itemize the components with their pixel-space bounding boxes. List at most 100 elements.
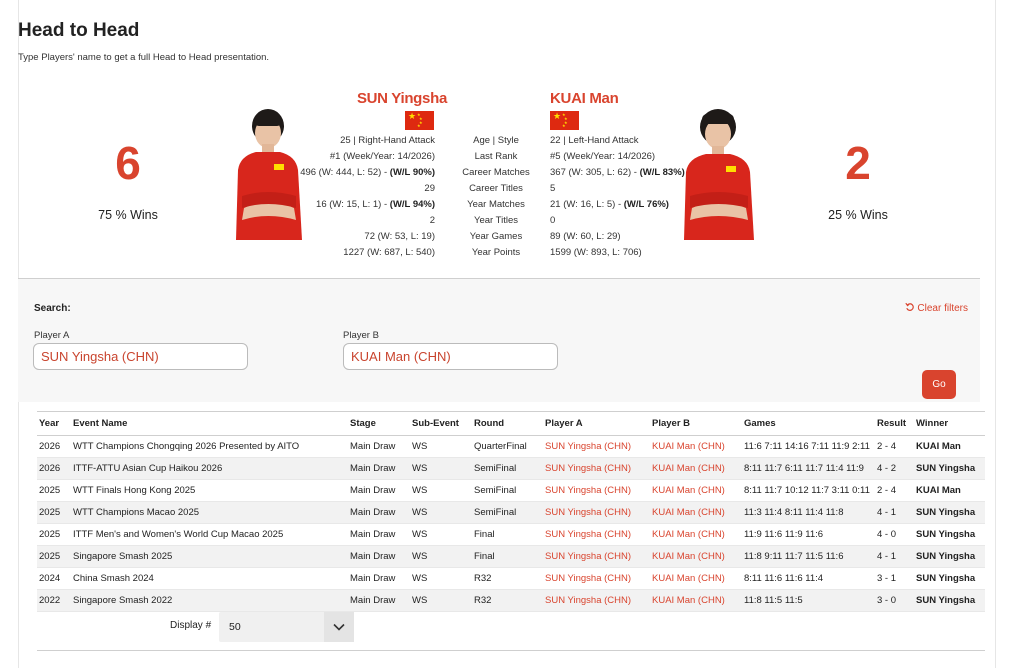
cell-event-name[interactable]: China Smash 2024 bbox=[71, 567, 348, 590]
cell-stage: Main Draw bbox=[348, 457, 410, 480]
cell-year: 2022 bbox=[37, 589, 71, 612]
player-b-label: Player B bbox=[343, 330, 379, 341]
col-games[interactable]: Games bbox=[742, 411, 875, 436]
cell-year: 2025 bbox=[37, 523, 71, 546]
cell-player-b[interactable]: KUAI Man (CHN) bbox=[650, 435, 742, 458]
stat-label: Year Matches bbox=[467, 199, 525, 210]
cell-winner: SUN Yingsha bbox=[914, 567, 985, 590]
cell-games: 11:3 11:4 8:11 11:4 11:8 bbox=[742, 501, 875, 524]
cell-player-a[interactable]: SUN Yingsha (CHN) bbox=[543, 435, 650, 458]
col-winner[interactable]: Winner bbox=[914, 411, 985, 436]
cell-winner: SUN Yingsha bbox=[914, 589, 985, 612]
cell-result: 2 - 4 bbox=[875, 435, 914, 458]
cell-round: Final bbox=[472, 545, 543, 568]
cell-player-a[interactable]: SUN Yingsha (CHN) bbox=[543, 567, 650, 590]
cell-winner: SUN Yingsha bbox=[914, 523, 985, 546]
cell-player-b[interactable]: KUAI Man (CHN) bbox=[650, 567, 742, 590]
cell-player-a[interactable]: SUN Yingsha (CHN) bbox=[543, 501, 650, 524]
cell-event-name[interactable]: ITTF-ATTU Asian Cup Haikou 2026 bbox=[71, 457, 348, 480]
stat-value: 5 bbox=[550, 183, 556, 194]
cell-event-name[interactable]: WTT Champions Chongqing 2026 Presented b… bbox=[71, 435, 348, 458]
stat-label: Year Games bbox=[469, 231, 523, 242]
search-panel: Search: Clear filters Player A Player B … bbox=[18, 278, 980, 402]
cell-year: 2026 bbox=[37, 457, 71, 480]
player-a-photo bbox=[236, 109, 302, 240]
cell-event-name[interactable]: WTT Champions Macao 2025 bbox=[71, 501, 348, 524]
cell-player-a[interactable]: SUN Yingsha (CHN) bbox=[543, 457, 650, 480]
cell-event-name[interactable]: ITTF Men's and Women's World Cup Macao 2… bbox=[71, 523, 348, 546]
cell-event-name[interactable]: Singapore Smash 2025 bbox=[71, 545, 348, 568]
cell-year: 2024 bbox=[37, 567, 71, 590]
cell-sub-event: WS bbox=[410, 479, 472, 502]
cell-year: 2025 bbox=[37, 479, 71, 502]
table-header-row: Year Event Name Stage Sub-Event Round Pl… bbox=[37, 411, 985, 436]
col-round[interactable]: Round bbox=[472, 411, 543, 436]
col-result[interactable]: Result bbox=[875, 411, 914, 436]
cell-round: SemiFinal bbox=[472, 457, 543, 480]
col-stage[interactable]: Stage bbox=[348, 411, 410, 436]
col-player-b[interactable]: Player B bbox=[650, 411, 742, 436]
col-sub-event[interactable]: Sub-Event bbox=[410, 411, 472, 436]
cell-round: R32 bbox=[472, 567, 543, 590]
stat-value: 22 | Left-Hand Attack bbox=[550, 135, 639, 146]
stat-label: Year Titles bbox=[473, 215, 518, 226]
cell-player-b[interactable]: KUAI Man (CHN) bbox=[650, 457, 742, 480]
col-year[interactable]: Year bbox=[37, 411, 71, 436]
player-a-input[interactable] bbox=[33, 343, 248, 370]
cell-event-name[interactable]: Singapore Smash 2022 bbox=[71, 589, 348, 612]
cell-player-a[interactable]: SUN Yingsha (CHN) bbox=[543, 523, 650, 546]
stat-label: Age | Style bbox=[473, 135, 519, 146]
cell-player-b[interactable]: KUAI Man (CHN) bbox=[650, 523, 742, 546]
cell-games: 11:8 9:11 11:7 11:5 11:6 bbox=[742, 545, 875, 568]
go-button[interactable]: Go bbox=[922, 370, 956, 399]
cell-stage: Main Draw bbox=[348, 523, 410, 546]
table-row[interactable]: 2025 ITTF Men's and Women's World Cup Ma… bbox=[37, 523, 985, 546]
table-row[interactable]: 2025 Singapore Smash 2025 Main Draw WS F… bbox=[37, 545, 985, 568]
col-event-name[interactable]: Event Name bbox=[71, 411, 348, 436]
cell-sub-event: WS bbox=[410, 567, 472, 590]
cell-sub-event: WS bbox=[410, 545, 472, 568]
stat-value: #1 (Week/Year: 14/2026) bbox=[329, 151, 435, 162]
cell-year: 2025 bbox=[37, 545, 71, 568]
player-a-name[interactable]: SUN Yingsha bbox=[347, 90, 447, 107]
cell-result: 3 - 1 bbox=[875, 567, 914, 590]
table-row[interactable]: 2026 ITTF-ATTU Asian Cup Haikou 2026 Mai… bbox=[37, 457, 985, 480]
cell-player-b[interactable]: KUAI Man (CHN) bbox=[650, 501, 742, 524]
display-count-select[interactable]: 50 bbox=[219, 612, 354, 642]
cell-result: 3 - 0 bbox=[875, 589, 914, 612]
clear-filters-button[interactable]: Clear filters bbox=[904, 302, 968, 314]
stat-value: 367 (W: 305, L: 62) - (W/L 83%) bbox=[550, 167, 685, 178]
head-to-head-table: Year Event Name Stage Sub-Event Round Pl… bbox=[37, 411, 985, 612]
stat-label: Career Matches bbox=[462, 167, 530, 178]
cell-event-name[interactable]: WTT Finals Hong Kong 2025 bbox=[71, 479, 348, 502]
stat-value: 496 (W: 444, L: 52) - (W/L 90%) bbox=[300, 167, 435, 178]
stat-value: 1227 (W: 687, L: 540) bbox=[343, 247, 435, 258]
china-flag-icon: ★ ★ ★ ★ ★ bbox=[405, 111, 434, 130]
table-row[interactable]: 2025 WTT Finals Hong Kong 2025 Main Draw… bbox=[37, 479, 985, 502]
cell-round: SemiFinal bbox=[472, 479, 543, 502]
cell-result: 4 - 0 bbox=[875, 523, 914, 546]
chevron-down-icon[interactable] bbox=[324, 612, 354, 642]
cell-player-a[interactable]: SUN Yingsha (CHN) bbox=[543, 479, 650, 502]
player-a-win-percentage: 75 % Wins bbox=[98, 208, 158, 222]
cell-player-a[interactable]: SUN Yingsha (CHN) bbox=[543, 589, 650, 612]
stat-value: 21 (W: 16, L: 5) - (W/L 76%) bbox=[550, 199, 669, 210]
cell-player-b[interactable]: KUAI Man (CHN) bbox=[650, 545, 742, 568]
table-row[interactable]: 2022 Singapore Smash 2022 Main Draw WS R… bbox=[37, 589, 985, 612]
cell-year: 2025 bbox=[37, 501, 71, 524]
cell-sub-event: WS bbox=[410, 501, 472, 524]
player-b-input[interactable] bbox=[343, 343, 558, 370]
cell-player-a[interactable]: SUN Yingsha (CHN) bbox=[543, 545, 650, 568]
cell-player-b[interactable]: KUAI Man (CHN) bbox=[650, 479, 742, 502]
cell-player-b[interactable]: KUAI Man (CHN) bbox=[650, 589, 742, 612]
table-row[interactable]: 2025 WTT Champions Macao 2025 Main Draw … bbox=[37, 501, 985, 524]
col-player-a[interactable]: Player A bbox=[543, 411, 650, 436]
cell-sub-event: WS bbox=[410, 523, 472, 546]
player-b-name[interactable]: KUAI Man bbox=[550, 90, 619, 107]
stat-value: 89 (W: 60, L: 29) bbox=[550, 231, 621, 242]
china-flag-icon: ★ ★ ★ ★ ★ bbox=[550, 111, 579, 130]
table-row[interactable]: 2026 WTT Champions Chongqing 2026 Presen… bbox=[37, 435, 985, 458]
stat-value: 72 (W: 53, L: 19) bbox=[364, 231, 435, 242]
cell-result: 4 - 2 bbox=[875, 457, 914, 480]
table-row[interactable]: 2024 China Smash 2024 Main Draw WS R32 S… bbox=[37, 567, 985, 590]
